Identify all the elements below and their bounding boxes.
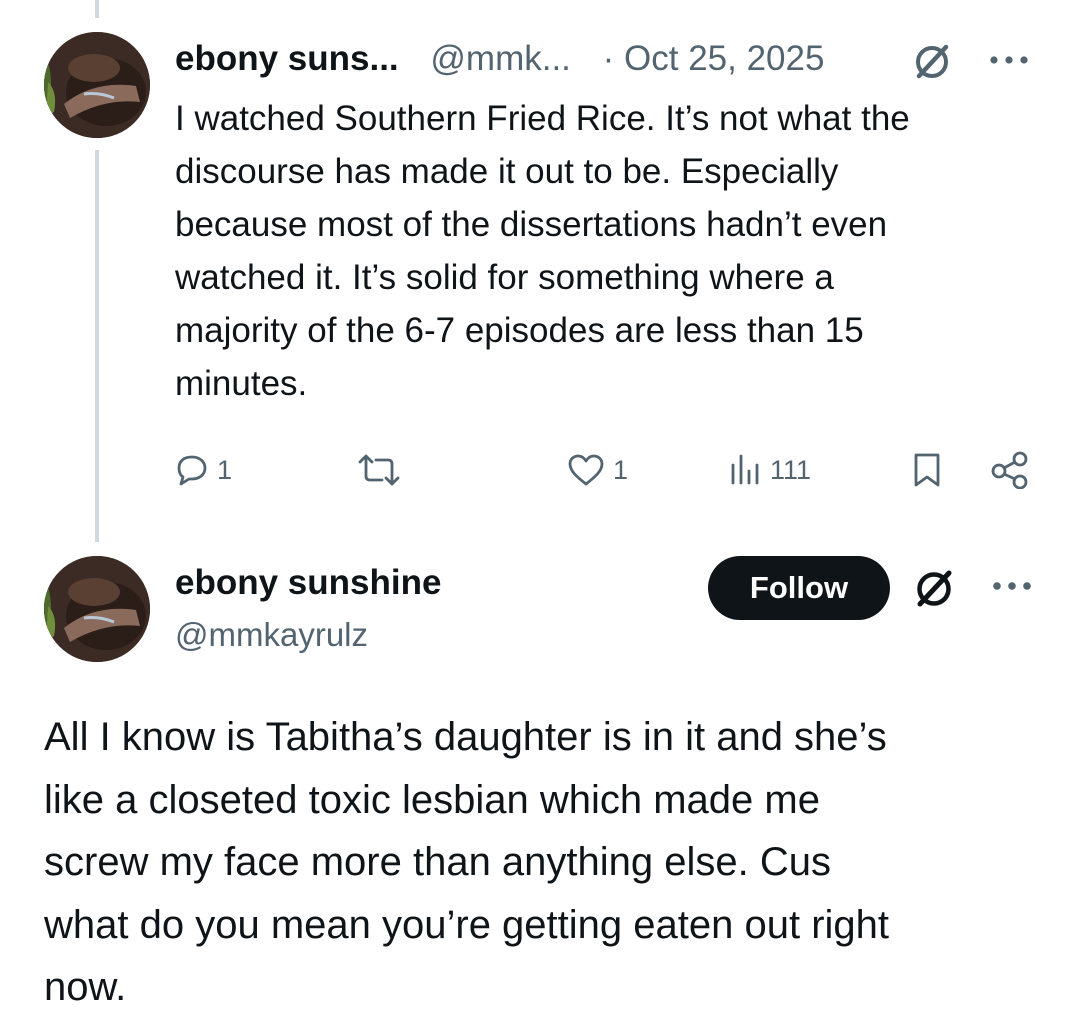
avatar[interactable] bbox=[44, 32, 150, 138]
reply-count: 1 bbox=[217, 454, 233, 485]
like-button[interactable]: 1 bbox=[567, 445, 628, 495]
share-button[interactable] bbox=[990, 445, 1030, 495]
thread-line-top bbox=[95, 0, 99, 18]
reply-icon bbox=[177, 455, 207, 486]
bookmark-icon bbox=[914, 453, 940, 487]
thread-line bbox=[95, 150, 99, 542]
views-icon bbox=[731, 454, 759, 485]
more-icon[interactable] bbox=[988, 566, 1036, 606]
follow-button[interactable]: Follow bbox=[708, 556, 890, 620]
post-text: All I know is Tabitha’s daughter is in i… bbox=[44, 715, 889, 1009]
views-button[interactable]: 111 bbox=[728, 445, 811, 495]
avatar[interactable] bbox=[44, 556, 150, 662]
author-handle[interactable]: @mmk... bbox=[430, 39, 571, 78]
author-handle[interactable]: @mmkayrulz bbox=[175, 612, 368, 658]
views-count: 111 bbox=[770, 454, 812, 485]
author-name[interactable]: ebony sunshine bbox=[175, 560, 441, 606]
grok-icon[interactable] bbox=[914, 567, 956, 609]
repost-icon bbox=[358, 454, 400, 486]
post-header: ebony suns... @mmk... · Oct 25, 2025 bbox=[175, 34, 1045, 84]
heart-icon bbox=[568, 454, 604, 486]
reply-button[interactable]: 1 bbox=[175, 445, 232, 495]
bookmark-button[interactable] bbox=[910, 445, 944, 495]
post-text: I watched Southern Fried Rice. It’s not … bbox=[175, 99, 910, 403]
author-name[interactable]: ebony suns... bbox=[175, 39, 399, 78]
grok-icon[interactable] bbox=[913, 41, 953, 81]
post-date[interactable]: · Oct 25, 2025 bbox=[603, 39, 825, 78]
action-bar: 1 1 111 bbox=[175, 445, 1035, 495]
like-count: 1 bbox=[613, 454, 629, 485]
share-icon bbox=[991, 451, 1028, 489]
repost-button[interactable] bbox=[355, 445, 413, 495]
more-icon[interactable] bbox=[985, 34, 1033, 84]
